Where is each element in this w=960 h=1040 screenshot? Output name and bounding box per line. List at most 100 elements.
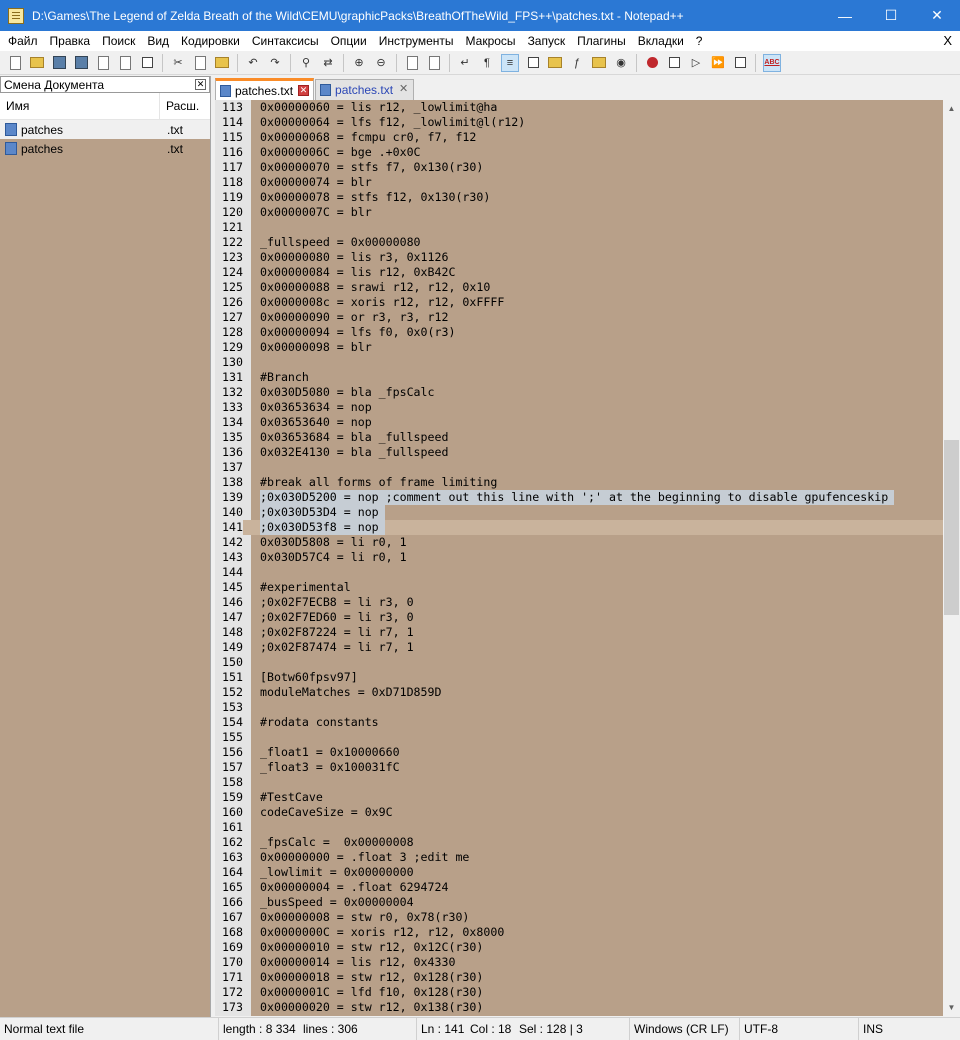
editor-line[interactable]: 121 [215,220,943,235]
close-window-button[interactable]: ✕ [914,0,960,31]
editor-line[interactable]: 153 [215,700,943,715]
editor-line[interactable]: 129 0x00000098 = blr [215,340,943,355]
menu-macro[interactable]: Макросы [460,31,522,51]
menu-window[interactable]: Вкладки [632,31,690,51]
new-file-icon[interactable] [7,55,23,71]
editor-line[interactable]: 162 _fpsCalc = 0x00000008 [215,835,943,850]
editor-line[interactable]: 128 0x00000094 = lfs f0, 0x0(r3) [215,325,943,340]
editor-line[interactable]: 147 ;0x02F7ED60 = li r3, 0 [215,610,943,625]
editor-line[interactable]: 156 _float1 = 0x10000660 [215,745,943,760]
sync-h-icon[interactable] [426,55,442,71]
editor-line[interactable]: 168 0x0000000C = xoris r12, r12, 0x8000 [215,925,943,940]
replace-icon[interactable]: ⇄ [320,55,336,71]
editor-line[interactable]: 159 #TestCave [215,790,943,805]
editor-line[interactable]: 140 ;0x030D53D4 = nop [215,505,943,520]
editor-line[interactable]: 166 _busSpeed = 0x00000004 [215,895,943,910]
editor-line[interactable]: 172 0x0000001C = lfd f10, 0x128(r30) [215,985,943,1000]
editor-line[interactable]: 146 ;0x02F7ECB8 = li r3, 0 [215,595,943,610]
editor-line[interactable]: 119 0x00000078 = stfs f12, 0x130(r30) [215,190,943,205]
word-wrap-icon[interactable]: ↵ [457,55,473,71]
play-macro-icon[interactable]: ▷ [688,55,704,71]
editor-line[interactable]: 173 0x00000020 = stw r12, 0x138(r30) [215,1000,943,1015]
menu-language[interactable]: Синтаксисы [246,31,325,51]
all-chars-icon[interactable]: ¶ [479,55,495,71]
menu-file[interactable]: Файл [2,31,44,51]
menu-tools[interactable]: Инструменты [373,31,460,51]
save-all-icon[interactable] [73,55,89,71]
editor-line[interactable]: 139 ;0x030D5200 = nop ;comment out this l… [215,490,943,505]
vertical-scrollbar[interactable]: ▲ ▼ [943,100,960,1016]
menu-run[interactable]: Запуск [522,31,572,51]
menu-edit[interactable]: Правка [44,31,97,51]
indent-guide-icon[interactable]: ≡ [501,53,519,72]
editor-line[interactable]: 163 0x00000000 = .float 3 ;edit me [215,850,943,865]
column-header-ext[interactable]: Расш. [160,99,199,113]
document-list-item[interactable]: patches .txt [0,120,210,139]
editor-line[interactable]: 143 0x030D57C4 = li r0, 1 [215,550,943,565]
editor-line[interactable]: 142 0x030D5808 = li r0, 1 [215,535,943,550]
maximize-button[interactable]: ☐ [868,0,914,31]
editor-line[interactable]: 138 #break all forms of frame limiting [215,475,943,490]
editor-line[interactable]: 152 moduleMatches = 0xD71D859D [215,685,943,700]
editor-line[interactable]: 169 0x00000010 = stw r12, 0x12C(r30) [215,940,943,955]
editor-line[interactable]: 131 #Branch [215,370,943,385]
editor-line[interactable]: 114 0x00000064 = lfs f12, _lowlimit@l(r12… [215,115,943,130]
menu-settings[interactable]: Опции [325,31,373,51]
zoom-in-icon[interactable]: ⊕ [351,55,367,71]
editor-line[interactable]: 144 [215,565,943,580]
editor-line[interactable]: 116 0x0000006C = bge .+0x0C [215,145,943,160]
menu-encoding[interactable]: Кодировки [175,31,246,51]
editor-line[interactable]: 124 0x00000084 = lis r12, 0xB42C [215,265,943,280]
zoom-out-icon[interactable]: ⊖ [373,55,389,71]
editor-line[interactable]: 154 #rodata constants [215,715,943,730]
tab-patches-inactive[interactable]: patches.txt ✕ [315,79,415,100]
editor-line[interactable]: 164 _lowlimit = 0x00000000 [215,865,943,880]
minimize-button[interactable]: — [822,0,868,31]
editor-line[interactable]: 141 ;0x030D53f8 = nop [215,520,943,535]
function-list-icon[interactable]: ƒ [569,55,585,71]
spell-check-icon[interactable]: ABC [763,53,781,72]
column-header-name[interactable]: Имя [0,92,160,120]
editor-line[interactable]: 167 0x00000008 = stw r0, 0x78(r30) [215,910,943,925]
monitor-icon[interactable]: ◉ [613,55,629,71]
editor-line[interactable]: 148 ;0x02F87224 = li r7, 1 [215,625,943,640]
editor-line[interactable]: 133 0x03653634 = nop [215,400,943,415]
editor-line[interactable]: 155 [215,730,943,745]
editor-line[interactable]: 150 [215,655,943,670]
panel-close-button[interactable]: ✕ [195,79,206,90]
editor-line[interactable]: 125 0x00000088 = srawi r12, r12, 0x10 [215,280,943,295]
editor-line[interactable]: 151 [Botw60fpsv97] [215,670,943,685]
scroll-up-button[interactable]: ▲ [943,100,960,117]
editor-line[interactable]: 136 0x032E4130 = bla _fullspeed [215,445,943,460]
scroll-thumb[interactable] [944,440,959,615]
editor-line[interactable]: 157 _float3 = 0x100031fC [215,760,943,775]
tab-patches-active[interactable]: patches.txt ✕ [215,78,315,100]
editor-line[interactable]: 127 0x00000090 = or r3, r3, r12 [215,310,943,325]
tab-close-icon[interactable]: ✕ [398,83,409,96]
save-icon[interactable] [51,55,67,71]
close-document-button[interactable]: X [943,31,952,51]
editor-line[interactable]: 160 codeCaveSize = 0x9C [215,805,943,820]
redo-icon[interactable]: ↷ [267,55,283,71]
editor-line[interactable]: 117 0x00000070 = stfs f7, 0x130(r30) [215,160,943,175]
tab-close-icon[interactable]: ✕ [298,85,310,96]
undo-icon[interactable]: ↶ [245,55,261,71]
editor-line[interactable]: 118 0x00000074 = blr [215,175,943,190]
sync-v-icon[interactable] [404,55,420,71]
close-all-icon[interactable] [117,55,133,71]
folder-workspace-icon[interactable] [591,55,607,71]
editor-line[interactable]: 130 [215,355,943,370]
open-file-icon[interactable] [29,55,45,71]
editor-line[interactable]: 171 0x00000018 = stw r12, 0x128(r30) [215,970,943,985]
editor-line[interactable]: 126 0x0000008c = xoris r12, r12, 0xFFFF [215,295,943,310]
editor-line[interactable]: 158 [215,775,943,790]
editor-line[interactable]: 123 0x00000080 = lis r3, 0x1126 [215,250,943,265]
editor-line[interactable]: 115 0x00000068 = fcmpu cr0, f7, f12 [215,130,943,145]
editor-line[interactable]: 135 0x03653684 = bla _fullspeed [215,430,943,445]
find-icon[interactable]: ⚲ [298,55,314,71]
editor-line[interactable]: 149 ;0x02F87474 = li r7, 1 [215,640,943,655]
editor-line[interactable]: 170 0x00000014 = lis r12, 0x4330 [215,955,943,970]
run-macro-multiple-icon[interactable]: ⏩ [710,55,726,71]
stop-macro-icon[interactable] [666,55,682,71]
document-list-item[interactable]: patches .txt [0,139,210,158]
